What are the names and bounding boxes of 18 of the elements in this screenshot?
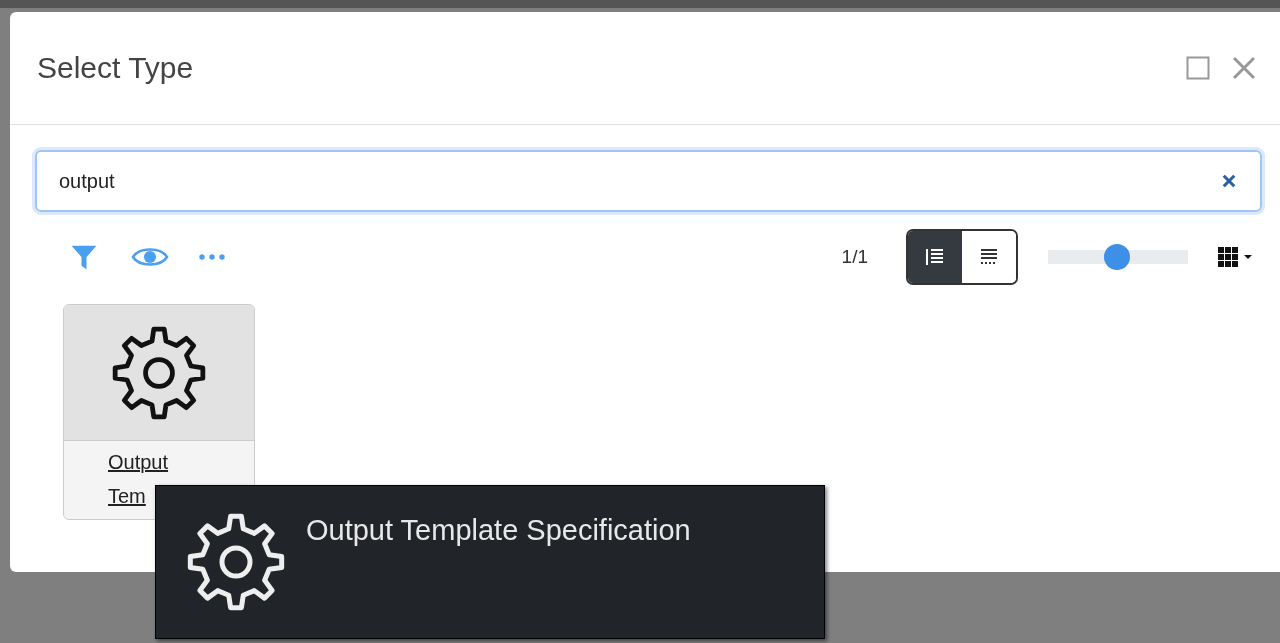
maximize-icon[interactable] [1186, 56, 1210, 80]
gear-icon [111, 324, 207, 421]
clear-icon[interactable] [1222, 174, 1236, 188]
close-icon[interactable] [1232, 56, 1256, 80]
search-field[interactable]: output [35, 150, 1262, 212]
list-view-icon [925, 247, 945, 267]
gear-icon [186, 512, 286, 612]
dialog-title: Select Type [37, 51, 194, 85]
page-counter: 1/1 [841, 246, 868, 268]
more-icon[interactable] [199, 254, 225, 260]
compact-view-icon [979, 247, 999, 267]
tooltip-title: Output Template Specification [306, 514, 691, 547]
card-label[interactable]: Output Tem [108, 445, 168, 513]
grid-menu-icon[interactable] [1218, 247, 1254, 267]
slider-thumb[interactable] [1103, 244, 1130, 270]
view-mode-button[interactable] [908, 231, 962, 283]
eye-icon[interactable] [131, 245, 169, 269]
type-card[interactable]: Output Tem [63, 304, 255, 520]
